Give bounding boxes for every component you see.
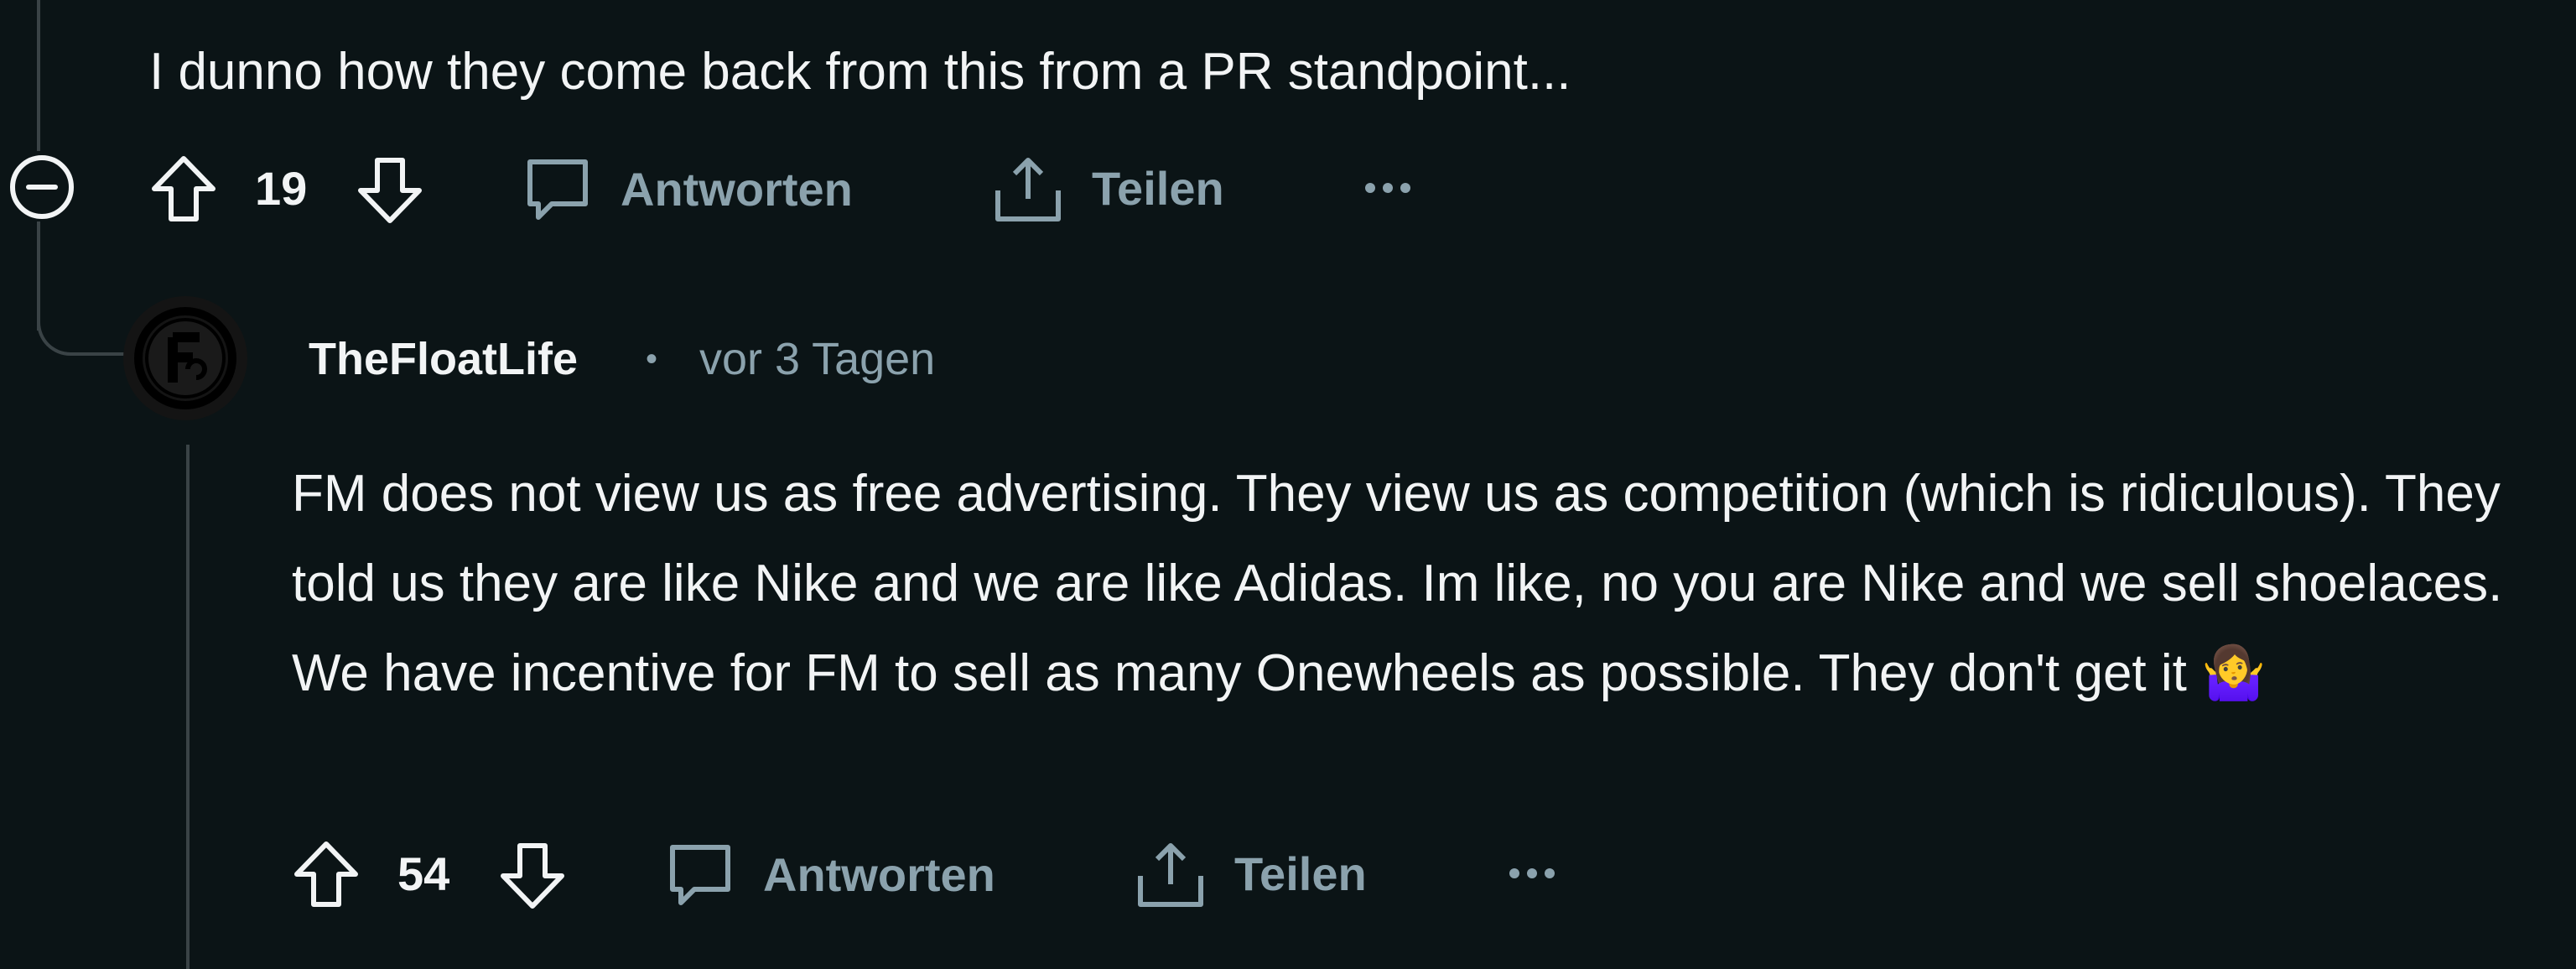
share-label: Teilen xyxy=(1234,847,1367,900)
reply-button[interactable]: Antworten xyxy=(666,841,995,909)
score-value: 54 xyxy=(397,847,450,900)
share-icon xyxy=(1135,839,1206,909)
upvote-button[interactable] xyxy=(149,154,218,224)
reply-comment-text: FM does not view us as free advertising.… xyxy=(292,465,2503,702)
more-icon xyxy=(1508,866,1556,881)
more-button[interactable] xyxy=(1363,180,1412,195)
downvote-icon xyxy=(498,841,567,911)
comment-author[interactable]: TheFloatLife xyxy=(309,332,578,386)
collapse-button[interactable] xyxy=(8,154,75,221)
upvote-icon xyxy=(149,154,218,224)
downvote-button[interactable] xyxy=(498,841,567,911)
score-value: 19 xyxy=(255,162,308,215)
thread-line-branch-horizontal xyxy=(37,319,124,356)
shrug-emoji: 🤷‍♀️ xyxy=(2201,644,2267,702)
more-icon xyxy=(1363,180,1412,195)
share-label: Teilen xyxy=(1092,162,1224,215)
reply-label: Antworten xyxy=(621,163,853,216)
score: 54 xyxy=(397,847,449,901)
parent-action-bar: 19 Antworten Teilen xyxy=(0,147,1509,231)
comment-timestamp[interactable]: vor 3 Tagen xyxy=(699,332,935,386)
share-button[interactable]: Teilen xyxy=(1135,839,1367,909)
collapse-icon xyxy=(8,154,75,221)
score: 19 xyxy=(255,162,307,216)
share-icon xyxy=(993,154,1063,224)
avatar[interactable] xyxy=(122,295,248,421)
upvote-button[interactable] xyxy=(292,839,361,909)
reply-label: Antworten xyxy=(763,848,995,901)
parent-comment-text: I dunno how they come back from this fro… xyxy=(149,43,1571,101)
reply-comment-body: FM does not view us as free advertising.… xyxy=(292,449,2522,718)
comment-icon xyxy=(523,155,592,224)
downvote-icon xyxy=(356,155,424,226)
comment-icon xyxy=(666,841,735,909)
upvote-icon xyxy=(292,839,361,909)
meta-separator: • xyxy=(646,341,658,378)
more-button[interactable] xyxy=(1508,866,1556,881)
thread-line-branch xyxy=(37,221,40,331)
thread-line-top xyxy=(37,0,40,151)
downvote-button[interactable] xyxy=(356,155,424,226)
share-button[interactable]: Teilen xyxy=(993,154,1224,224)
reply-action-bar: 54 Antworten Teilen xyxy=(0,832,1593,916)
reply-button[interactable]: Antworten xyxy=(523,155,853,224)
